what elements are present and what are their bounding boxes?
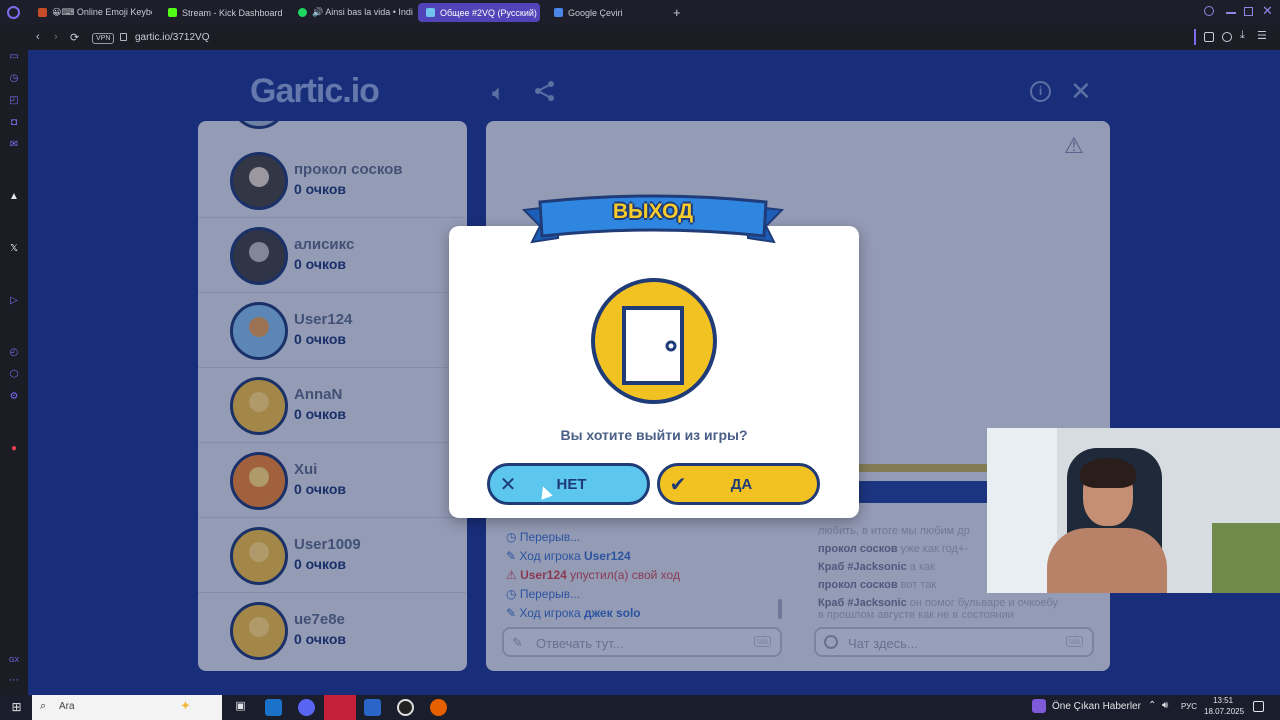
news-widget[interactable]: Öne Çıkan Haberler <box>1052 701 1141 712</box>
opera-logo-icon[interactable] <box>7 6 20 19</box>
tab-gartic[interactable]: Общее #2VQ (Русский) <box>418 3 540 22</box>
gx-icon[interactable]: GX <box>8 655 20 667</box>
windows-taskbar: ⊞ ⌕ Ara ✦ ▣ Öne Çıkan Haberler ⌃ 🔊︎ РУС … <box>0 695 1280 720</box>
close-icon: ✕ <box>499 473 517 496</box>
pinboard-icon[interactable]: ⬡ <box>8 369 20 381</box>
url-field[interactable]: gartic.io/3712VQ <box>135 32 210 43</box>
maximize-icon[interactable] <box>1244 7 1253 16</box>
search-tabs-icon[interactable] <box>1204 6 1214 16</box>
tray-chevron-icon[interactable]: ⌃ <box>1148 700 1156 711</box>
tab-kick-dashboard[interactable]: Stream - Kick Dashboard <box>160 3 284 22</box>
apps-icon[interactable]: ▲ <box>8 191 20 203</box>
more-icon[interactable]: ⋯ <box>8 675 20 687</box>
extension-bar-divider <box>1194 29 1196 45</box>
settings-icon[interactable]: ⚙ <box>8 391 20 403</box>
file-explorer-icon[interactable] <box>364 699 381 716</box>
new-tab-button[interactable]: + <box>673 5 681 20</box>
wallet-icon[interactable]: ◰ <box>8 95 20 107</box>
lock-icon <box>120 33 127 41</box>
tab-label: Google Çeviri <box>568 7 623 18</box>
door-icon <box>591 278 717 404</box>
spotify-favicon-icon <box>298 8 307 17</box>
tab-favicon-icon <box>38 8 47 17</box>
tab-google-translate[interactable]: Google Çeviri <box>546 3 666 22</box>
dialog-title: ВЫХОД <box>612 200 694 223</box>
messenger-icon[interactable]: ▭ <box>8 51 20 63</box>
checkmark-icon: ✔ <box>669 473 687 496</box>
task-view-icon[interactable]: ▣ <box>232 699 249 716</box>
download-icon[interactable]: ⤓ <box>1240 29 1245 42</box>
browser-tab-bar: 😀⌨ Online Emoji Keybo Stream - Kick Dash… <box>0 0 1280 25</box>
dialog-message: Вы хотите выйти из игры? <box>560 427 748 443</box>
mail-icon[interactable]: ✉ <box>8 139 20 151</box>
browser-sidebar: ▭ ◷ ◰ ◘ ✉ ▲ 𝕏 ▷ ◴ ⬡ ⚙ ● GX ⋯ <box>0 25 28 695</box>
obs-icon[interactable] <box>397 699 414 716</box>
person-body <box>1047 528 1167 593</box>
notifications-icon[interactable] <box>1253 701 1264 712</box>
search-icon: ⌕ <box>40 700 47 712</box>
x-twitter-icon[interactable]: 𝕏 <box>8 243 20 255</box>
taskbar-search-box[interactable]: ⌕ Ara ✦ <box>32 695 222 720</box>
tab-label: 😀⌨ Online Emoji Keybo <box>52 7 152 17</box>
search-placeholder: Ara <box>59 701 75 712</box>
tab-label: Общее #2VQ (Русский) <box>440 7 537 18</box>
firefox-icon[interactable] <box>430 699 447 716</box>
clock-icon[interactable]: ◴ <box>8 347 20 359</box>
clock-time[interactable]: 13:51 <box>1213 696 1233 705</box>
language-indicator[interactable]: РУС <box>1181 702 1197 711</box>
yes-button-label: ДА <box>730 475 753 493</box>
shelf <box>1212 523 1280 593</box>
yes-button[interactable]: ✔ ДА <box>657 463 820 505</box>
reload-icon[interactable]: ⟳ <box>70 31 79 44</box>
close-window-icon[interactable]: ✕ <box>1262 3 1273 19</box>
windows-start-icon[interactable]: ⊞ <box>8 699 25 716</box>
forward-icon[interactable]: › <box>54 31 58 43</box>
vpn-badge[interactable]: VPN <box>92 33 115 44</box>
tab-spotify[interactable]: 🔊 Ainsi bas la vida • Indi <box>290 3 414 22</box>
profile-icon[interactable] <box>1222 32 1232 42</box>
webcam-overlay <box>987 428 1280 593</box>
volume-icon[interactable]: 🔊︎ <box>1162 700 1168 711</box>
record-icon[interactable]: ● <box>8 443 20 455</box>
tab-emoji-keyboard[interactable]: 😀⌨ Online Emoji Keybo <box>30 3 152 22</box>
kick-favicon-icon <box>168 8 177 17</box>
back-icon[interactable]: ‹ <box>36 31 40 43</box>
address-bar: ‹ › ⟳ VPN gartic.io/3712VQ ⤓ ☰ <box>28 25 1280 50</box>
outlook-icon[interactable] <box>265 699 282 716</box>
instagram-icon[interactable]: ◘ <box>8 117 20 129</box>
tab-label: Stream - Kick Dashboard <box>182 7 283 18</box>
player-icon[interactable]: ▷ <box>8 295 20 307</box>
gartic-page: Gartic.io 🔈︎ i ✕ прокол сосков 0 очков а… <box>28 50 1280 695</box>
person-hair <box>1080 458 1136 488</box>
no-button[interactable]: ✕ НЕТ <box>487 463 650 505</box>
news-widget-icon[interactable] <box>1032 699 1046 713</box>
history-icon[interactable]: ◷ <box>8 73 20 85</box>
discord-icon[interactable] <box>298 699 315 716</box>
extensions-icon[interactable] <box>1204 32 1214 42</box>
gartic-favicon-icon <box>426 8 435 17</box>
tab-label: 🔊 Ainsi bas la vida • Indi <box>312 7 413 17</box>
search-highlight-icon: ✦ <box>180 698 191 713</box>
minimize-icon[interactable] <box>1226 12 1236 14</box>
translate-favicon-icon <box>554 8 563 17</box>
menu-icon[interactable]: ☰ <box>1257 29 1267 42</box>
clock-date[interactable]: 18.07.2025 <box>1204 707 1244 716</box>
app-icon-red[interactable] <box>324 695 356 720</box>
